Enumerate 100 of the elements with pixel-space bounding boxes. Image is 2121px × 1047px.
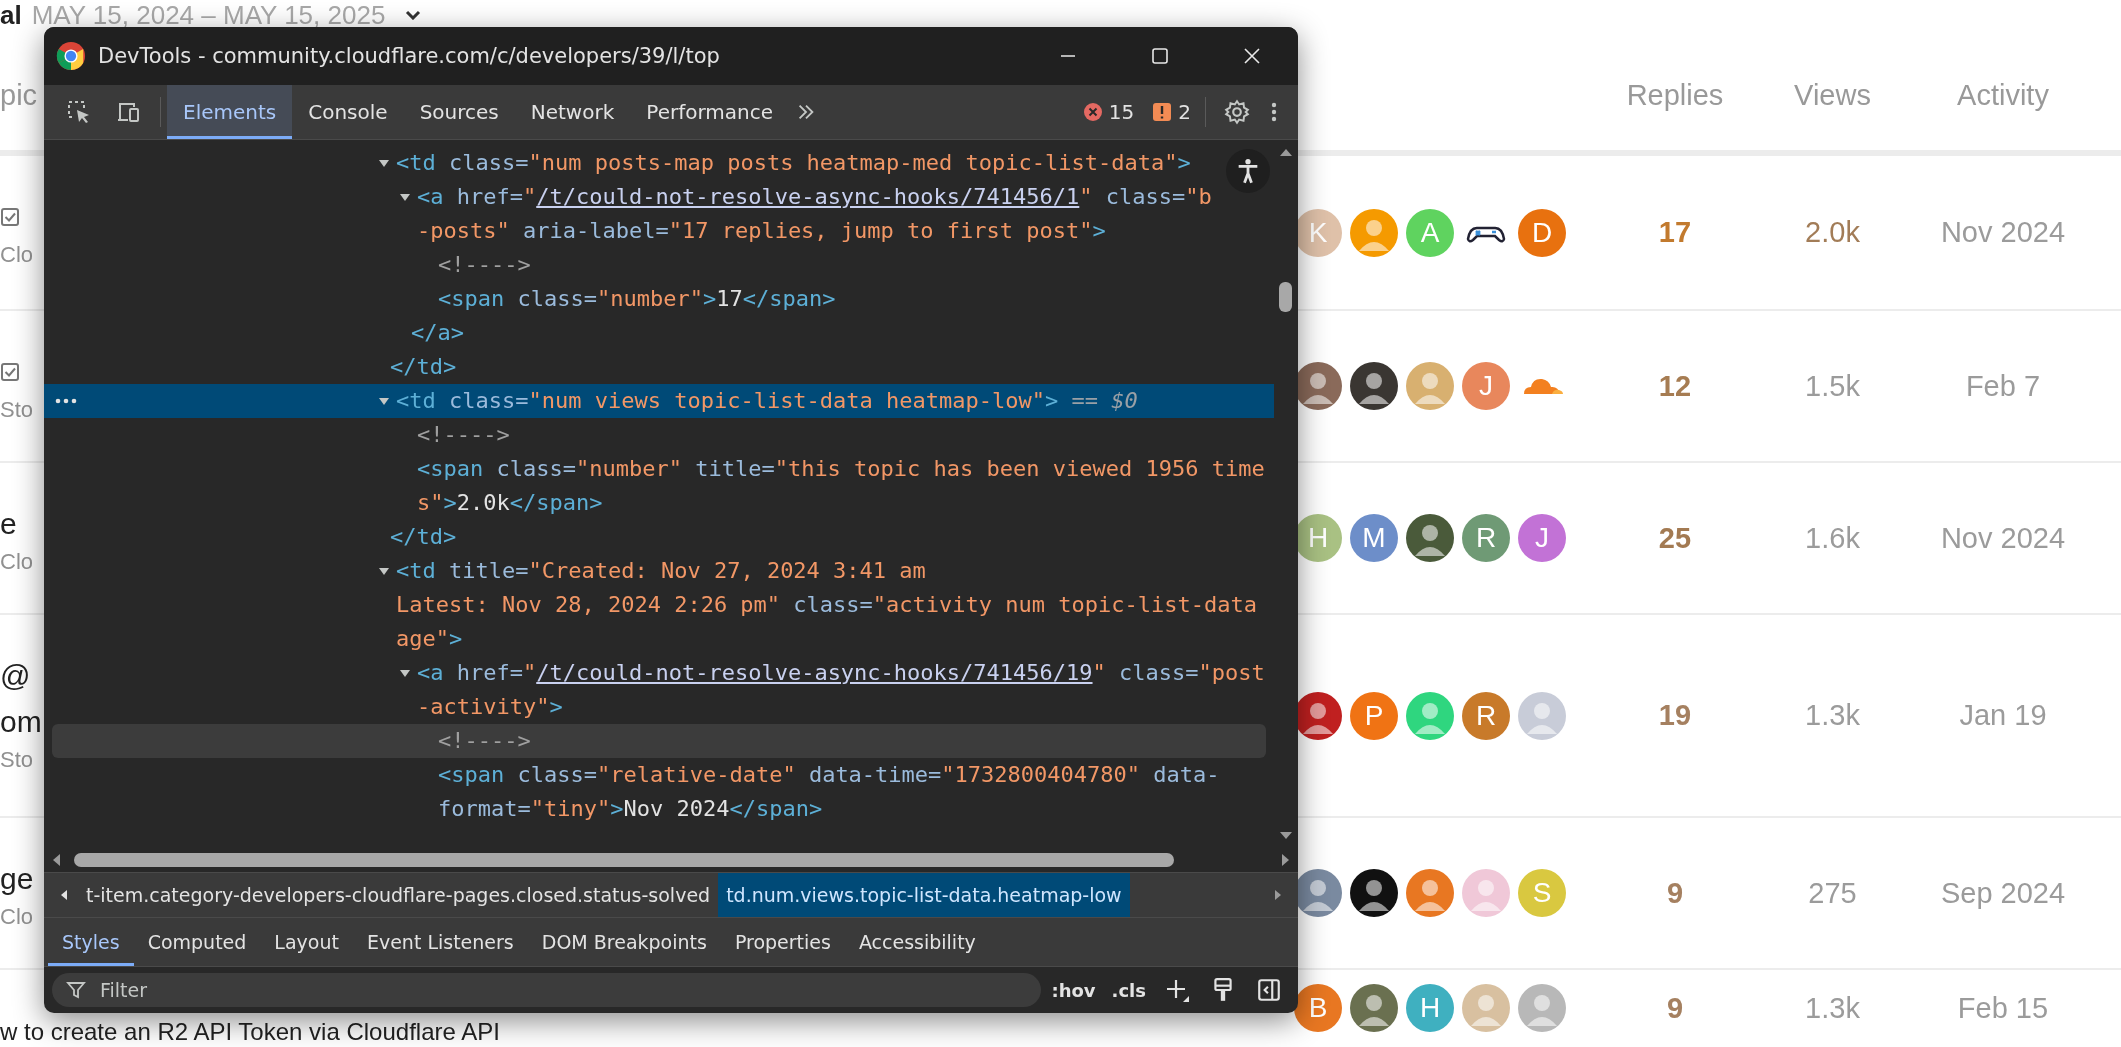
tree-node[interactable]: <!---->	[44, 248, 1274, 282]
category-label[interactable]: Sto	[0, 397, 34, 423]
collapse-triangle-icon[interactable]	[378, 565, 390, 577]
category-label[interactable]: Clo	[0, 904, 33, 930]
scrollbar-thumb[interactable]	[74, 853, 1174, 867]
activity-date[interactable]: Nov 2024	[1940, 521, 2066, 555]
column-header[interactable]: Activity	[1957, 78, 2049, 112]
column-header[interactable]: Views	[1794, 78, 1871, 112]
topic-title[interactable]: ge	[0, 862, 34, 896]
avatar[interactable]: R	[1462, 514, 1510, 562]
code-link[interactable]: /t/could-not-resolve-async-hooks/741456/1	[536, 180, 1080, 214]
collapse-triangle-icon[interactable]	[378, 157, 390, 169]
tree-node[interactable]: <!---->	[52, 724, 1266, 758]
more-icon[interactable]	[54, 397, 78, 405]
tree-node[interactable]: <span class="number" title="this topic has been viewed 1956 time s">2.0k</span>	[44, 452, 1274, 520]
panel-tab[interactable]: Performance	[630, 85, 790, 139]
styles-pane-tab[interactable]: Accessibility	[844, 918, 990, 966]
replies-count[interactable]: 25	[1658, 521, 1692, 555]
activity-date[interactable]: Jan 19	[1959, 699, 2047, 732]
category-label[interactable]: Sto	[0, 747, 34, 773]
styles-pane-tab[interactable]: Computed	[133, 918, 261, 966]
panel-tab[interactable]: Console	[292, 85, 404, 139]
tree-node[interactable]: <td class="num posts-map posts heatmap-med topic-list-data">	[44, 146, 1274, 180]
views-count: 1.6k	[1805, 521, 1860, 555]
tree-node[interactable]: <td class="num views topic-list-data heatmap-low"> == $0	[44, 384, 1274, 418]
warning-count[interactable]: 2	[1178, 100, 1191, 124]
toggle-button[interactable]: .cls	[1105, 975, 1152, 1005]
code-link[interactable]: /t/could-not-resolve-async-hooks/741456/19	[536, 656, 1093, 690]
code-line[interactable]: </a>	[44, 316, 1274, 350]
styles-pane-tab[interactable]: Styles	[48, 918, 134, 966]
avatar[interactable]: R	[1462, 691, 1510, 740]
caret-icon[interactable]	[405, 10, 422, 20]
code-line[interactable]: </td>	[44, 350, 1274, 384]
tree-node[interactable]: <span class="relative-date" data-time="1732800404780" data- format="tiny">Nov 2024</span>	[44, 758, 1274, 826]
panel-tab[interactable]: Sources	[403, 85, 515, 139]
collapse-triangle-icon[interactable]	[378, 395, 390, 407]
styles-pane-tab[interactable]: Event Listeners	[352, 918, 528, 966]
avatar[interactable]: J	[1462, 362, 1510, 410]
replies-count[interactable]: 9	[1666, 876, 1684, 910]
views-count: 2.0k	[1805, 216, 1860, 249]
avatar[interactable]	[1350, 869, 1398, 917]
styles-pane-tab[interactable]: Properties	[720, 918, 845, 966]
avatar[interactable]: D	[1518, 208, 1566, 257]
avatar[interactable]: J	[1518, 514, 1566, 562]
maximize-icon[interactable]	[1150, 46, 1170, 66]
views-count: 275	[1808, 876, 1857, 910]
topic-title[interactable]: @	[0, 659, 31, 693]
avatar[interactable]	[1350, 362, 1398, 410]
plus-icon[interactable]	[1164, 977, 1190, 1003]
replies-count[interactable]: 12	[1658, 369, 1692, 403]
browser-logo-icon	[56, 41, 86, 71]
avatar[interactable]: M	[1350, 514, 1398, 562]
code-line[interactable]: </td>	[44, 520, 1274, 554]
category-label[interactable]: Clo	[0, 549, 33, 575]
column-header[interactable]: Replies	[1626, 78, 1724, 112]
topic-title[interactable]: e	[0, 507, 17, 541]
window-title: DevTools - community.cloudflare.com/c/developers/39/l/top	[98, 44, 721, 68]
avatar[interactable]	[1406, 514, 1454, 562]
topic-title[interactable]: w to create an R2 API Token via Cloudflare API	[0, 1018, 500, 1046]
activity-date[interactable]: Feb 15	[1957, 991, 2049, 1025]
styles-pane-tab[interactable]: DOM Breakpoints	[527, 918, 721, 966]
sidebar-toggle-icon[interactable]	[1256, 977, 1282, 1003]
error-count[interactable]: 15	[1108, 100, 1135, 124]
filter-field[interactable]: Filter	[52, 973, 1042, 1007]
panel-tab[interactable]: Elements	[167, 85, 293, 139]
replies-count[interactable]: 9	[1666, 991, 1684, 1025]
avatar[interactable]: P	[1350, 691, 1398, 740]
activity-date[interactable]: Sep 2024	[1940, 876, 2066, 910]
accessibility-button[interactable]	[1226, 149, 1270, 193]
replies-count[interactable]: 19	[1658, 699, 1692, 732]
avatar[interactable]: B	[1294, 984, 1342, 1032]
topic-title[interactable]: om	[0, 705, 42, 739]
close-icon[interactable]	[1242, 46, 1262, 66]
styles-pane-tab[interactable]: Layout	[260, 918, 353, 966]
column-header[interactable]: pic	[0, 78, 38, 112]
views-count: 1.3k	[1805, 991, 1860, 1025]
tree-node[interactable]: <a href="/t/could-not-resolve-async-hooks/741456/1" class="b -posts" aria-label="17 replies, jump to first post">	[44, 180, 1274, 248]
views-count: 1.3k	[1805, 699, 1860, 732]
category-label[interactable]: Clo	[0, 242, 33, 268]
collapse-triangle-icon[interactable]	[399, 191, 411, 203]
warning-icon[interactable]	[1152, 102, 1173, 122]
toggle-button[interactable]: :hov	[1045, 975, 1102, 1005]
filter-input[interactable]: Filter	[98, 978, 1028, 1002]
views-count: 1.5k	[1805, 369, 1860, 403]
avatar[interactable]: H	[1406, 984, 1454, 1032]
collapse-triangle-icon[interactable]	[399, 667, 411, 679]
breadcrumb[interactable]: t-item.category-developers-cloudflare-pages.closed.status-solved	[78, 873, 719, 917]
breadcrumb[interactable]: td.num.views.topic-list-data.heatmap-low	[718, 873, 1130, 917]
period-label: al	[0, 0, 22, 30]
tree-node[interactable]: <a href="/t/could-not-resolve-async-hooks/741456/19" class="post -activity">	[44, 656, 1274, 724]
replies-count[interactable]: 17	[1658, 216, 1692, 249]
tree-node[interactable]: <!---->	[44, 418, 1274, 452]
error-icon[interactable]	[1082, 102, 1103, 122]
tree-node[interactable]: <span class="number">17</span>	[44, 282, 1274, 316]
scrollbar-thumb[interactable]	[1279, 282, 1292, 312]
settings-icon[interactable]	[1224, 99, 1250, 125]
activity-date[interactable]: Feb 7	[1965, 369, 2041, 403]
activity-date[interactable]: Nov 2024	[1940, 216, 2066, 249]
tree-node[interactable]: <td title="Created: Nov 27, 2024 3:41 am Latest: Nov 28, 2024 2:26 pm" class="activity num topic-list-data age">	[44, 554, 1274, 656]
panel-tab[interactable]: Network	[514, 85, 631, 139]
